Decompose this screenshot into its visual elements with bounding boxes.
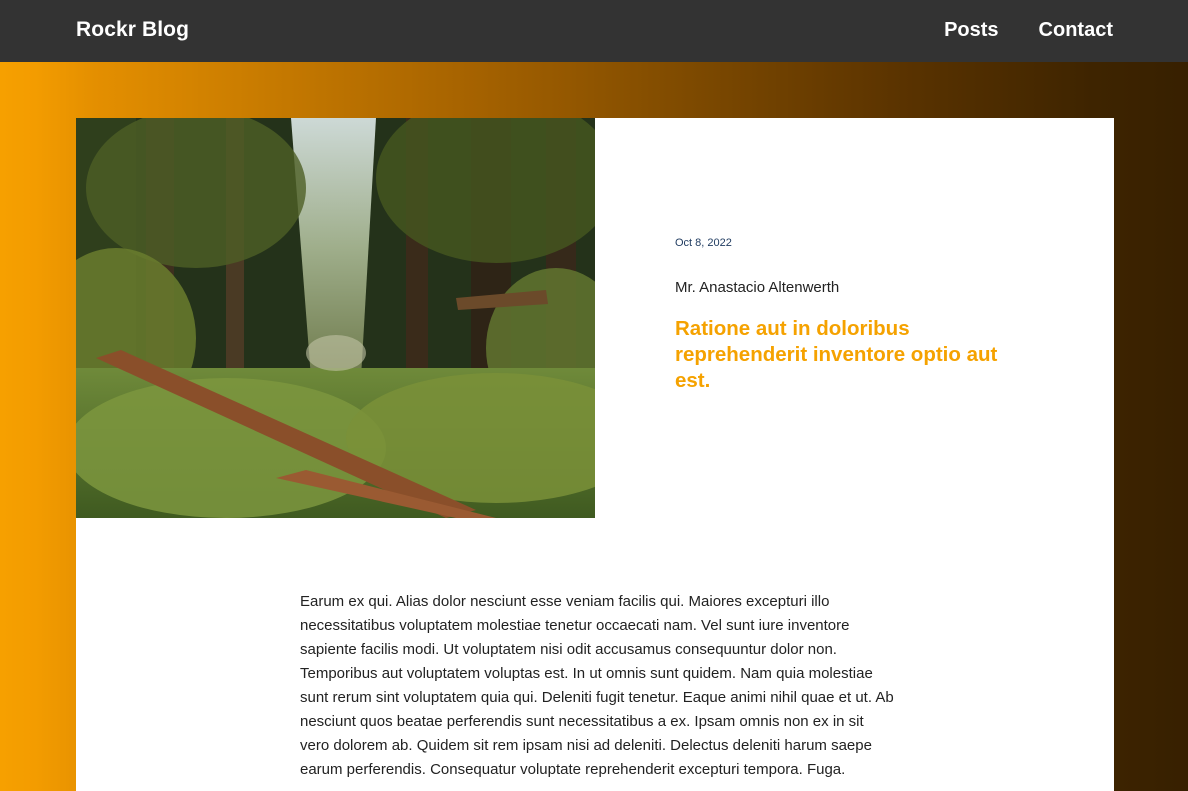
post-body: Earum ex qui. Alias dolor nesciunt esse … [300, 593, 894, 778]
post-hero-image [76, 118, 595, 518]
post-date: Oct 8, 2022 [675, 237, 732, 249]
post-author: Mr. Anastacio Altenwerth [675, 279, 840, 296]
brand-logo-link[interactable]: Rockr Blog [76, 16, 189, 44]
forest-photo-icon [76, 118, 595, 518]
post-title: Ratione aut in doloribus reprehenderit i… [675, 317, 998, 392]
nav-link-contact[interactable]: Contact [1039, 16, 1113, 44]
main-nav: Posts Contact [944, 16, 1113, 44]
post-card: Oct 8, 2022 Mr. Anastacio Altenwerth Rat… [76, 118, 1114, 791]
nav-link-posts[interactable]: Posts [944, 16, 998, 44]
top-navbar: Rockr Blog Posts Contact [0, 0, 1188, 62]
